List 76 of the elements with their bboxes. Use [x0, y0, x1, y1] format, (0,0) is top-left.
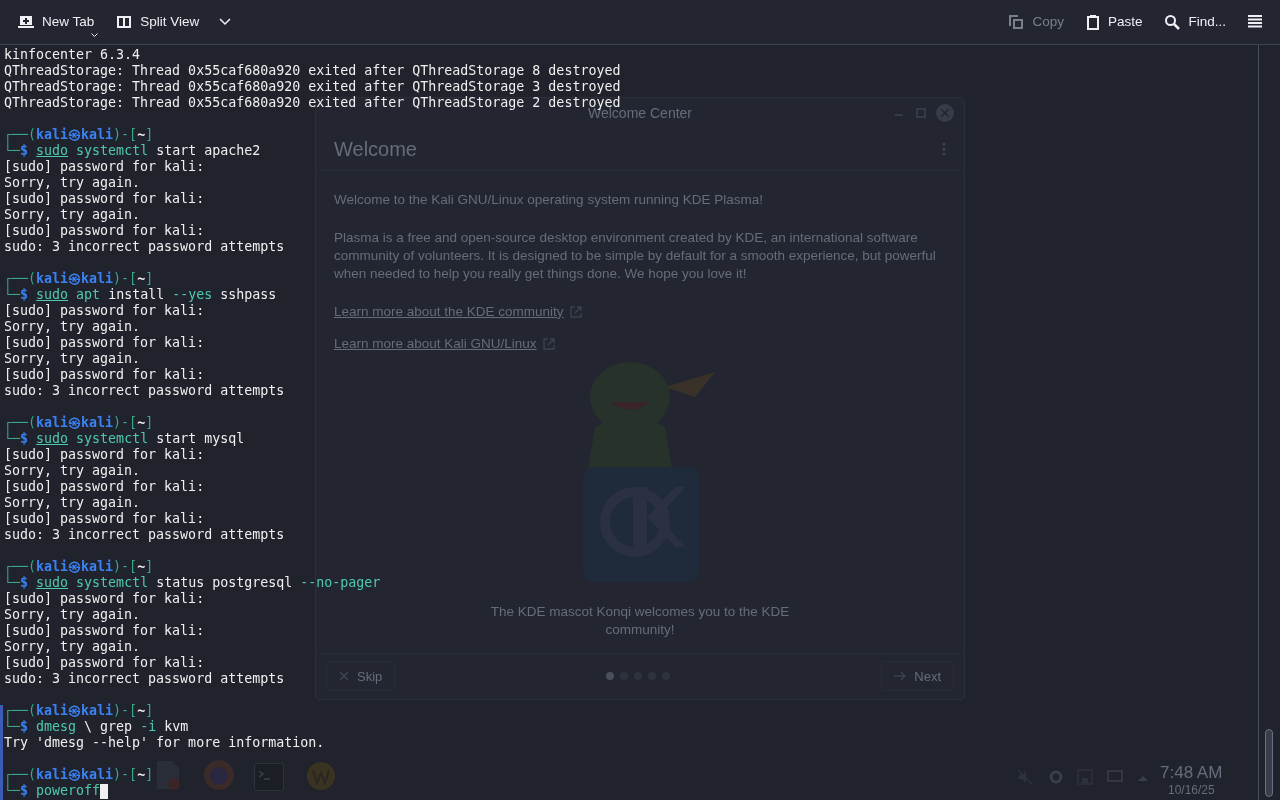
output-line: sudo: 3 incorrect password attempts	[4, 671, 285, 687]
link[interactable]: Learn more about Kali GNU/Linux	[334, 334, 555, 353]
split-view-icon	[116, 14, 133, 30]
find-button[interactable]: Find...	[1158, 6, 1232, 38]
output-line: [sudo] password for kali:	[4, 447, 205, 463]
gear-icon	[1048, 769, 1064, 785]
output-line: Sorry, try again.	[4, 463, 141, 479]
prompt-line: ┌──(kali㉿kali)-[~]	[4, 703, 154, 719]
caret-up-icon	[1138, 775, 1148, 781]
document-icon	[155, 760, 181, 790]
output-line: [sudo] password for kali:	[4, 623, 205, 639]
next-button[interactable]: Next	[881, 661, 954, 692]
caption: The KDE mascot Konqi welcomes you to the KDE community!	[489, 602, 791, 639]
output-line: [sudo] password for kali:	[4, 223, 205, 239]
terminal-icon	[254, 763, 284, 791]
output-line: [sudo] password for kali:	[4, 591, 205, 607]
output-line: QThreadStorage: Thread 0x55caf680a920 exited after QThreadStorage 8 destroyed	[4, 63, 621, 79]
command-line: └─$ dmesg \ grep -i kvm	[4, 719, 189, 735]
output-line: [sudo] password for kali:	[4, 335, 205, 351]
page-heading: Welcome	[334, 137, 417, 163]
split-view-button[interactable]: Split View	[110, 6, 206, 38]
output-line: Sorry, try again.	[4, 495, 141, 511]
paragraph: Plasma is a free and open-source desktop environment created by KDE, an international software community of volunteers. It is designed to be simple by default for a smooth experience, but powerful when needed to help you really get things done. We hope you love it!	[334, 228, 937, 283]
prompt-line: ┌──(kali㉿kali)-[~]	[4, 415, 154, 431]
output-line: QThreadStorage: Thread 0x55caf680a920 exited after QThreadStorage 3 destroyed	[4, 79, 621, 95]
output-line: [sudo] password for kali:	[4, 367, 205, 383]
prompt-line: ┌──(kali㉿kali)-[~]	[4, 127, 154, 143]
browser-icon	[203, 759, 235, 791]
output-line: sudo: 3 incorrect password attempts	[4, 239, 285, 255]
output-line: Sorry, try again.	[4, 351, 141, 367]
output-line: [sudo] password for kali:	[4, 511, 205, 527]
output-line: Sorry, try again.	[4, 207, 141, 223]
output-line: Sorry, try again.	[4, 319, 141, 335]
output-line: [sudo] password for kali:	[4, 303, 205, 319]
clock-date: 10/16/25	[1168, 783, 1215, 797]
output-line: sudo: 3 incorrect password attempts	[4, 383, 285, 399]
command-line: └─$ sudo systemctl start apache2	[4, 143, 261, 159]
close-icon	[339, 671, 349, 682]
external-link-icon	[569, 305, 582, 318]
skip-button[interactable]: Skip	[326, 661, 396, 692]
output-line: Sorry, try again.	[4, 175, 141, 191]
link[interactable]: Learn more about the KDE community	[334, 302, 582, 321]
maximize-icon	[916, 108, 926, 119]
output-line: Sorry, try again.	[4, 607, 141, 623]
search-icon	[1164, 14, 1181, 30]
command-line: └─$ poweroff	[4, 783, 101, 799]
new-tab-icon	[18, 14, 34, 30]
caret-icon	[91, 33, 99, 38]
new-tab-button[interactable]: New Tab	[12, 6, 101, 38]
external-link-icon	[542, 337, 555, 350]
clock-time: 7:48 AM	[1160, 763, 1223, 783]
output-line: [sudo] password for kali:	[4, 191, 205, 207]
close-icon	[936, 104, 954, 123]
scrollbar-thumb[interactable]	[1265, 729, 1273, 797]
command-line: └─$ sudo systemctl start mysql	[4, 431, 245, 447]
output-line: [sudo] password for kali:	[4, 479, 205, 495]
output-line: kinfocenter 6.3.4	[4, 47, 141, 63]
app-icon	[306, 761, 336, 791]
output-line: Try 'dmesg --help' for more information.	[4, 735, 325, 751]
prompt-line: ┌──(kali㉿kali)-[~]	[4, 559, 154, 575]
command-line: └─$ sudo systemctl status postgresql --no-pager	[4, 575, 381, 591]
prompt-line: ┌──(kali㉿kali)-[~]	[4, 767, 154, 783]
copy-icon	[1008, 14, 1025, 30]
arrow-right-icon	[894, 671, 907, 682]
paste-button[interactable]: Paste	[1079, 6, 1149, 38]
prompt-line: ┌──(kali㉿kali)-[~]	[4, 271, 154, 287]
output-line: [sudo] password for kali:	[4, 655, 205, 671]
output-line: Sorry, try again.	[4, 639, 141, 655]
output-line: sudo: 3 incorrect password attempts	[4, 527, 285, 543]
command-line: └─$ sudo apt install --yes sshpass	[4, 287, 277, 303]
chevron-down-icon	[219, 18, 232, 26]
paragraph: Welcome to the Kali GNU/Linux operating system running KDE Plasma!	[334, 190, 764, 209]
monitor-icon	[1107, 770, 1123, 784]
clipboard-icon	[1085, 14, 1100, 30]
output-line: [sudo] password for kali:	[4, 159, 205, 175]
menu-icon	[1248, 15, 1262, 29]
